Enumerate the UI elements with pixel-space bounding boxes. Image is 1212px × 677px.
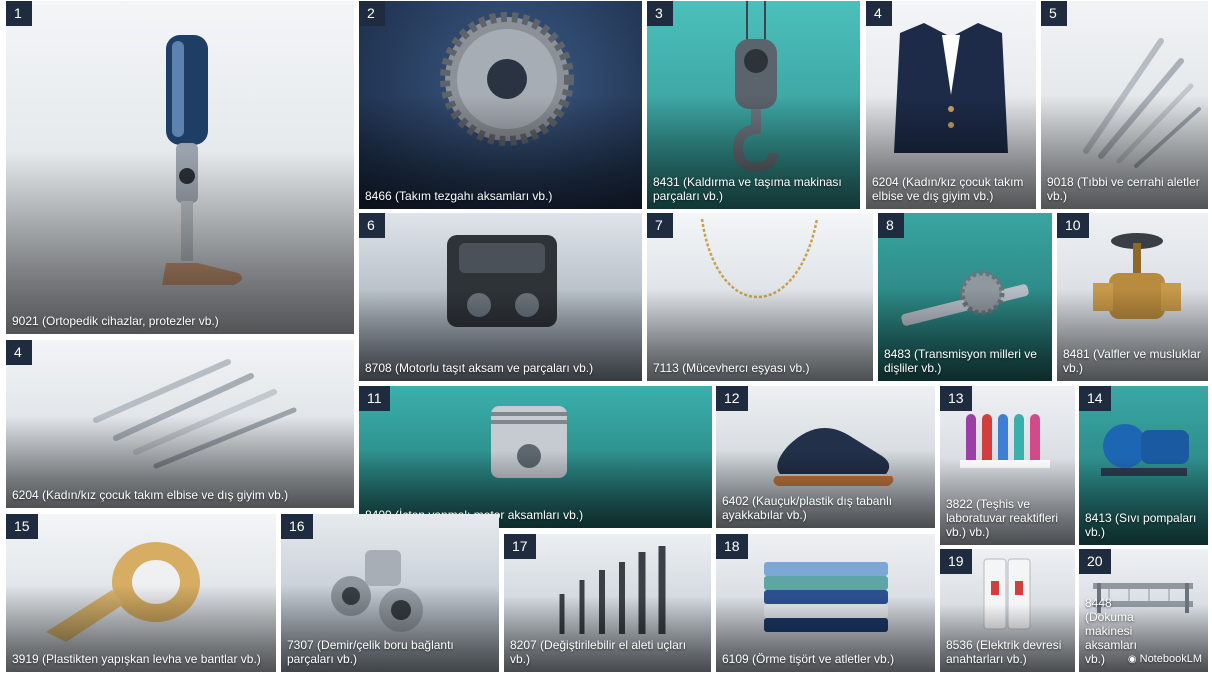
tile-liquid-pumps: 14 8413 (Sıvı pompaları vb.): [1079, 386, 1208, 545]
tile-footwear: 12 6402 (Kauçuk/plastik dış tabanlı ayak…: [716, 386, 935, 528]
tile-number: 4: [866, 1, 892, 26]
tile-caption: 8708 (Motorlu taşıt aksam ve parçaları v…: [365, 361, 594, 375]
tile-caption: 8483 (Transmisyon milleri ve dişliler vb…: [884, 347, 1037, 375]
image-mosaic: 1 9021 (Ortopedik cihazlar, protezler vb…: [0, 0, 1212, 677]
watermark: ◉ NotebookLM: [1128, 653, 1202, 666]
tile-caption: 9021 (Ortopedik cihazlar, protezler vb.): [12, 314, 219, 328]
tile-number: 6: [359, 213, 385, 238]
tile-number: 17: [504, 534, 536, 559]
tile-number: 8: [878, 213, 904, 238]
tile-number: 10: [1057, 213, 1089, 238]
tile-loom-parts: 20 8448 (Dokuma makinesi aksamları vb.) …: [1079, 549, 1208, 672]
tile-transmission-shafts: 8 8483 (Transmisyon milleri ve dişliler …: [878, 213, 1052, 381]
tile-pipe-fittings: 16 7307 (Demir/çelik boru bağlantı parça…: [281, 514, 499, 672]
tile-number: 15: [6, 514, 38, 539]
tile-number: 19: [940, 549, 972, 574]
tile-number: 13: [940, 386, 972, 411]
tile-caption: 6402 (Kauçuk/plastik dış tabanlı ayakkab…: [722, 494, 893, 522]
tile-caption: 8431 (Kaldırma ve taşıma makinası parçal…: [653, 175, 842, 203]
tile-number: 4: [6, 340, 32, 365]
tile-tool-bits: 17 8207 (Değiştirilebilir el aleti uçlar…: [504, 534, 711, 672]
tile-caption: 8207 (Değiştirilebilir el aleti uçları v…: [510, 638, 687, 666]
tile-engine-parts: 11 8409 (İçten yanmalı motor aksamları v…: [359, 386, 712, 528]
tile-caption: 8413 (Sıvı pompaları vb.): [1085, 511, 1197, 539]
tile-caption: 3919 (Plastikten yapışkan levha ve bantl…: [12, 652, 261, 666]
tile-motor-vehicle-parts: 6 8708 (Motorlu taşıt aksam ve parçaları…: [359, 213, 642, 381]
tile-number: 1: [6, 1, 32, 26]
tile-adhesive-tapes: 15 3919 (Plastikten yapışkan levha ve ba…: [6, 514, 276, 672]
tile-machine-tool-parts: 2 8466 (Takım tezgahı aksamları vb.): [359, 1, 642, 209]
tile-surgical-instruments: 5 9018 (Tıbbi ve cerrahi aletler vb.): [1041, 1, 1208, 209]
tile-lifting-machine-parts: 3 8431 (Kaldırma ve taşıma makinası parç…: [647, 1, 860, 209]
tile-caption: 9018 (Tıbbi ve cerrahi aletler vb.): [1047, 175, 1200, 203]
tile-caption: 7113 (Mücevhercı eşyası vb.): [653, 361, 810, 375]
tile-number: 5: [1041, 1, 1067, 26]
tile-caption: 8466 (Takım tezgahı aksamları vb.): [365, 189, 553, 203]
tile-number: 20: [1079, 549, 1111, 574]
tile-caption: 6109 (Örme tişört ve atletler vb.): [722, 652, 895, 666]
watermark-text: NotebookLM: [1139, 653, 1202, 665]
tile-number: 7: [647, 213, 673, 238]
tile-womens-suits: 4 6204 (Kadın/kız çocuk takım elbise ve …: [866, 1, 1036, 209]
tile-caption: 6204 (Kadın/kız çocuk takım elbise ve dı…: [872, 175, 1024, 203]
tile-number: 2: [359, 1, 385, 26]
tile-lab-reagents: 13 3822 (Teşhis ve laboratuvar reaktifle…: [940, 386, 1075, 545]
tile-number: 18: [716, 534, 748, 559]
tile-valves: 10 8481 (Valfler ve musluklar vb.): [1057, 213, 1208, 381]
tile-jewelry: 7 7113 (Mücevhercı eşyası vb.): [647, 213, 873, 381]
tile-number: 14: [1079, 386, 1111, 411]
notebooklm-logo-icon: ◉: [1127, 654, 1137, 665]
tile-caption: 6204 (Kadın/kız çocuk takım elbise ve dı…: [12, 488, 289, 502]
tile-knitted-tshirts: 18 6109 (Örme tişört ve atletler vb.): [716, 534, 935, 672]
tile-number: 12: [716, 386, 748, 411]
tile-caption: 8536 (Elektrik devresi anahtarları vb.): [946, 638, 1062, 666]
tile-electric-switches: 19 8536 (Elektrik devresi anahtarları vb…: [940, 549, 1075, 672]
tile-number: 3: [647, 1, 673, 26]
tile-caption: 7307 (Demir/çelik boru bağlantı parçalar…: [287, 638, 454, 666]
tile-prosthetics: 1 9021 (Ortopedik cihazlar, protezler vb…: [6, 1, 354, 334]
tile-caption: 3822 (Teşhis ve laboratuvar reaktifleri …: [946, 497, 1059, 539]
tile-caption: 8481 (Valfler ve musluklar vb.): [1063, 347, 1201, 375]
tile-number: 16: [281, 514, 313, 539]
tile-womens-suits-2: 4 6204 (Kadın/kız çocuk takım elbise ve …: [6, 340, 354, 508]
tile-number: 11: [359, 386, 390, 411]
